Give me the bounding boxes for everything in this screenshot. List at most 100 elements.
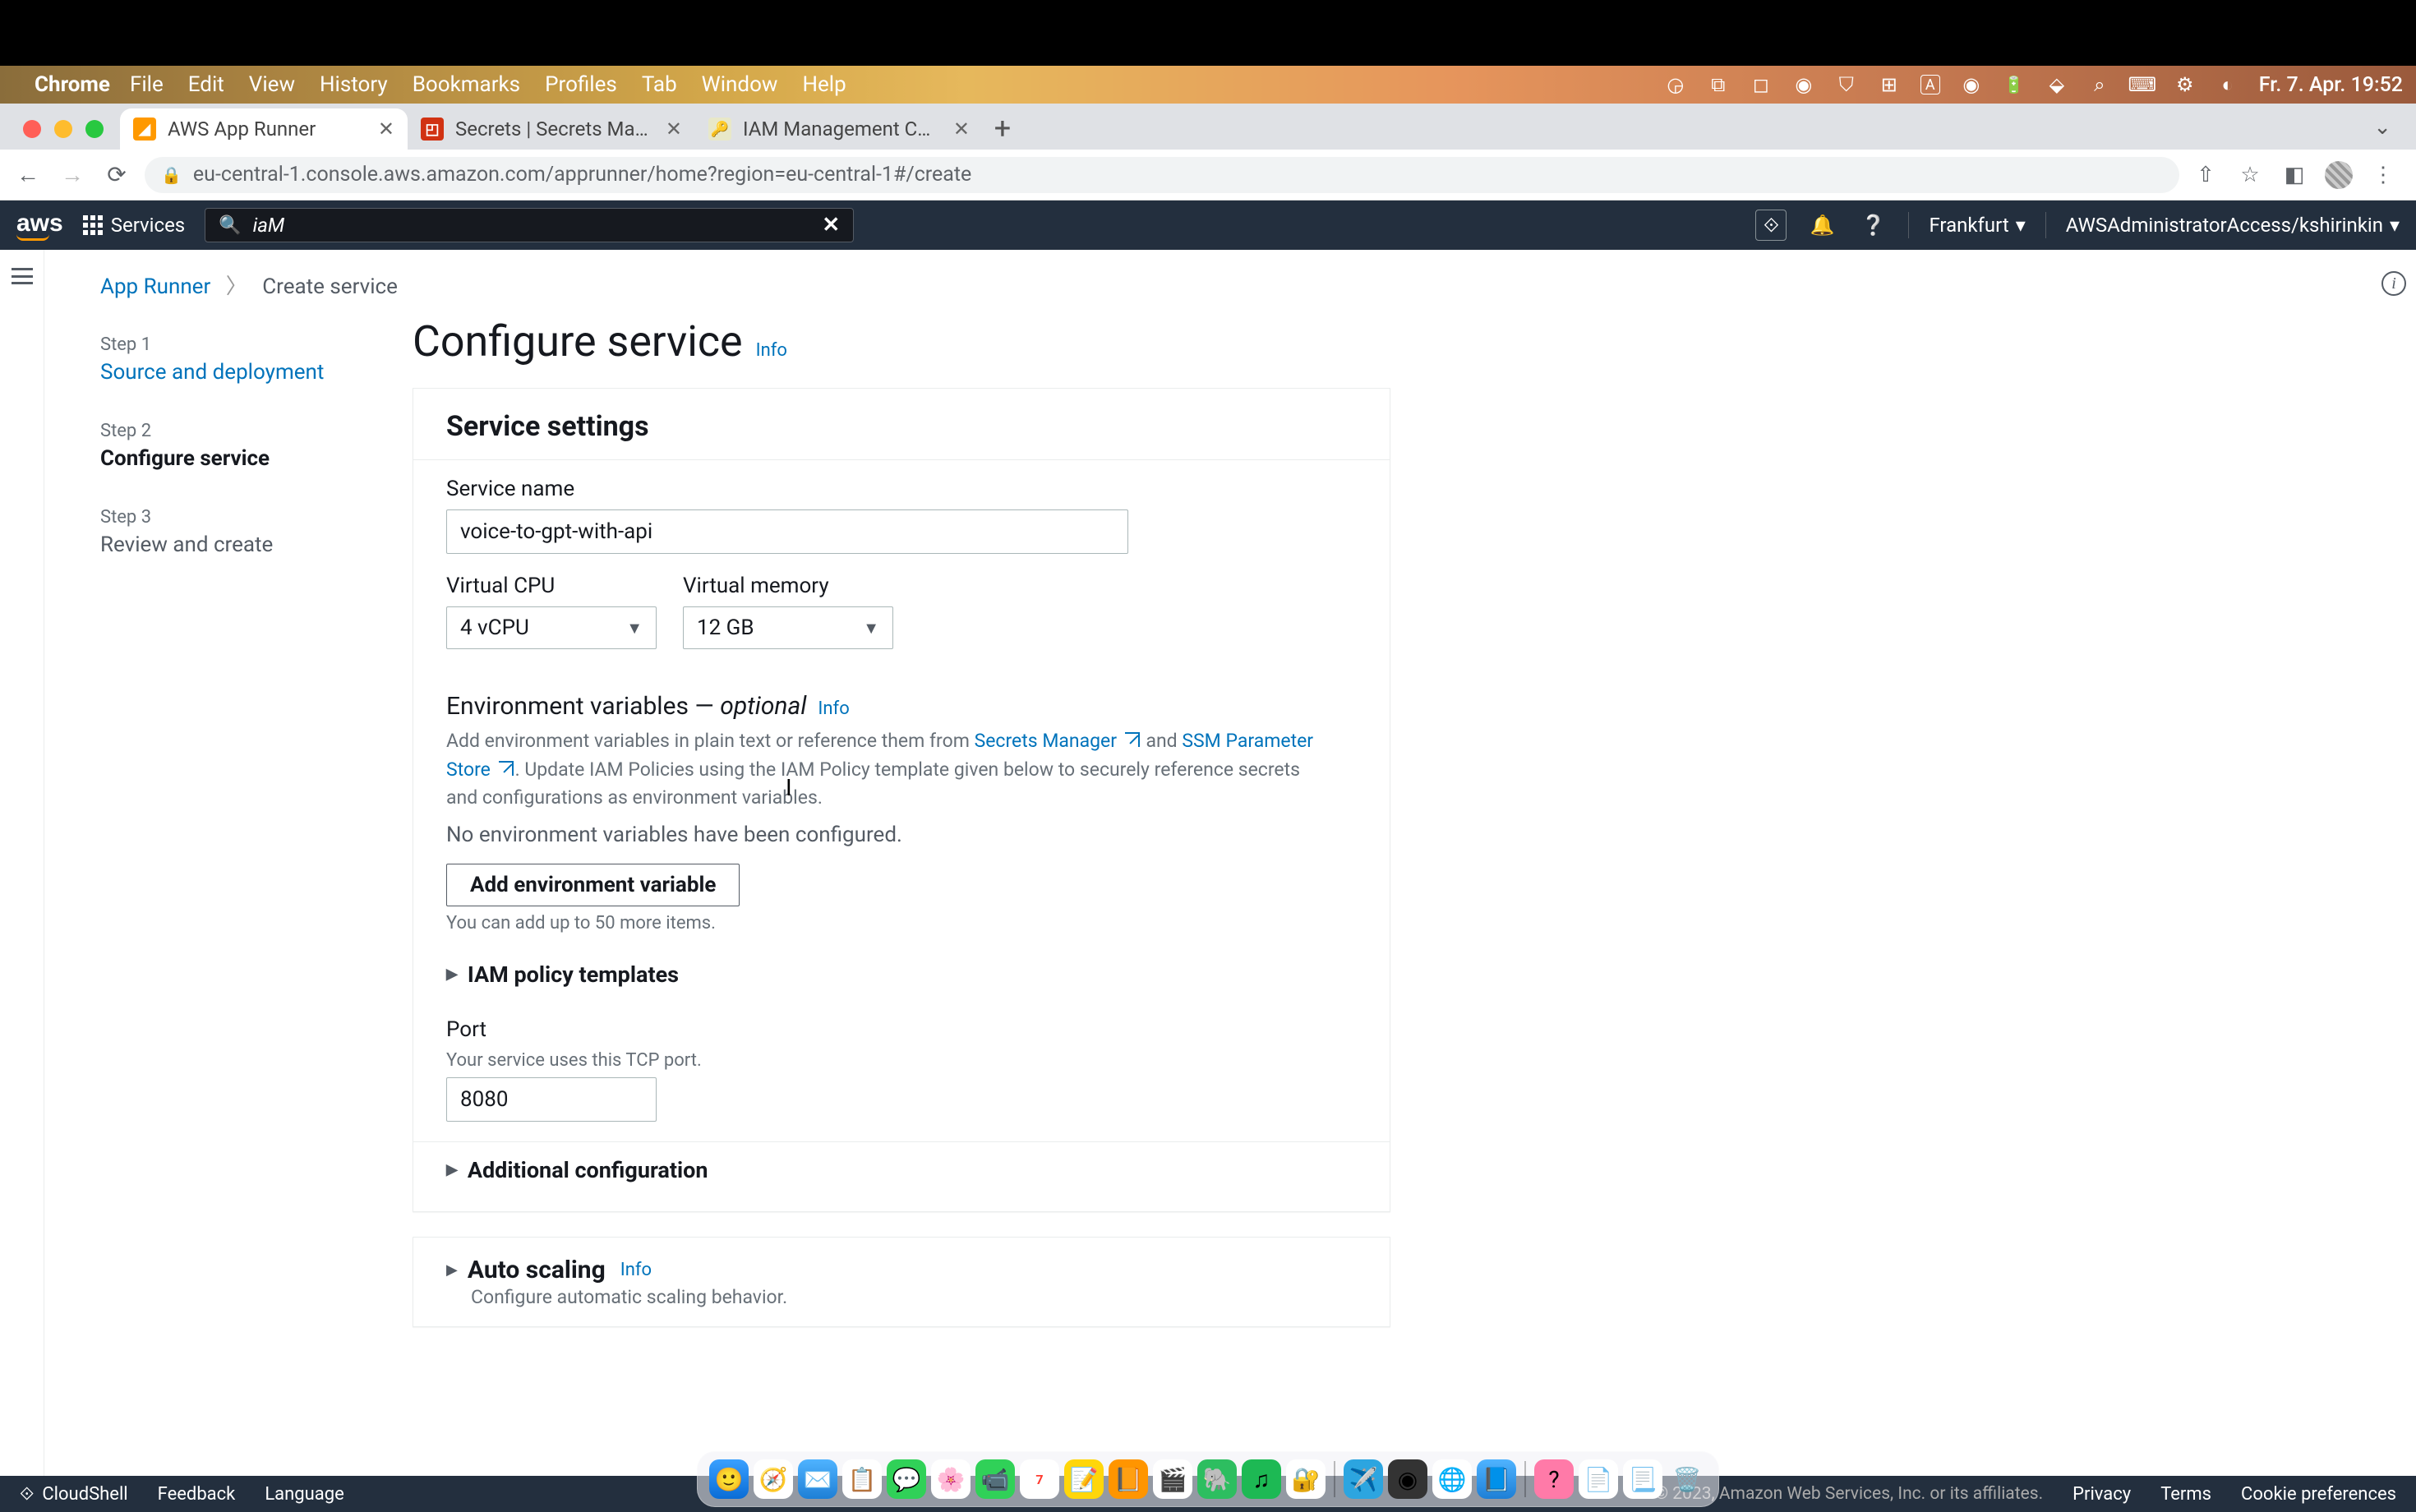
dock-1password-icon[interactable]: 🔐 [1286, 1459, 1326, 1499]
menu-help[interactable]: Help [802, 72, 846, 97]
tab-close-button[interactable]: ✕ [953, 118, 970, 141]
nav-forward-button[interactable]: → [56, 159, 89, 191]
window-maximize-button[interactable] [85, 120, 104, 138]
bookmark-button[interactable]: ☆ [2235, 160, 2265, 190]
menubar-app-icon[interactable]: ◻ [1750, 73, 1773, 96]
window-minimize-button[interactable] [54, 120, 72, 138]
dock-clapper-icon[interactable]: 🎬 [1153, 1459, 1192, 1499]
services-menu-button[interactable]: Services [83, 214, 185, 237]
auto-scaling-info-link[interactable]: Info [620, 1260, 652, 1280]
dock-trash-icon[interactable]: 🗑️ [1667, 1459, 1707, 1499]
menubar-wifi-icon[interactable]: ⬙ [2045, 73, 2068, 96]
chevron-down-icon: ▾ [2016, 214, 2026, 237]
menu-profiles[interactable]: Profiles [545, 72, 617, 97]
account-menu[interactable]: AWSAdministratorAccess/kshirinkin ▾ [2066, 214, 2400, 237]
share-button[interactable]: ⇧ [2191, 160, 2220, 190]
dock-telegram-icon[interactable]: ✈️ [1344, 1459, 1383, 1499]
dock-doc-icon[interactable]: 📃 [1623, 1459, 1662, 1499]
sidebar-toggle-button[interactable] [12, 268, 33, 284]
secrets-manager-link[interactable]: Secrets Manager [975, 730, 1141, 752]
aws-console-header: aws Services 🔍 ✕ ⟐ 🔔 ❔ Frankfurt ▾ AWSAd… [0, 201, 2416, 250]
menubar-search-icon[interactable]: ⌕ [2088, 73, 2111, 96]
macos-dock-area: 🙂 🧭 ✉️ 📋 💬 🌸 📹 7 📝 📙 🎬 🐘 ♫ 🔐 ✈️ ◉ 🌐 📘 ? … [0, 1446, 2416, 1512]
nav-reload-button[interactable]: ⟳ [100, 159, 133, 191]
chrome-menu-button[interactable]: ⋮ [2368, 160, 2398, 190]
address-bar[interactable]: 🔒 eu-central-1.console.aws.amazon.com/ap… [145, 157, 2179, 193]
dock-obs-icon[interactable]: ◉ [1388, 1459, 1427, 1499]
aws-search-box[interactable]: 🔍 ✕ [205, 208, 854, 242]
menubar-dropbox-icon[interactable]: ⧉ [1707, 73, 1730, 96]
add-env-variable-button[interactable]: Add environment variable [446, 864, 740, 906]
dock-spotify-icon[interactable]: ♫ [1242, 1459, 1281, 1499]
menubar-datetime[interactable]: Fr. 7. Apr. 19:52 [2259, 73, 2403, 97]
dock-evernote-icon[interactable]: 🐘 [1197, 1459, 1237, 1499]
menu-bookmarks[interactable]: Bookmarks [413, 72, 520, 97]
dock-textedit-icon[interactable]: 📄 [1579, 1459, 1618, 1499]
heading-info-link[interactable]: Info [756, 340, 787, 361]
nav-back-button[interactable]: ← [12, 159, 44, 191]
profile-avatar[interactable] [2324, 160, 2354, 190]
menubar-siri-icon[interactable]: ◐ [2216, 73, 2239, 96]
menubar-app-name[interactable]: Chrome [35, 72, 110, 97]
menu-view[interactable]: View [249, 72, 295, 97]
menubar-battery-icon[interactable]: 🔋 [2003, 73, 2026, 96]
port-input[interactable] [446, 1077, 657, 1122]
aws-logo[interactable]: aws [16, 210, 63, 241]
menu-tab[interactable]: Tab [642, 72, 677, 97]
help-icon[interactable]: ❔ [1857, 210, 1888, 241]
dock-app-icon[interactable]: 📘 [1477, 1459, 1516, 1499]
dock-finder-icon[interactable]: 🙂 [709, 1459, 749, 1499]
dock-help-icon[interactable]: ? [1534, 1459, 1574, 1499]
tab-close-button[interactable]: ✕ [378, 118, 394, 141]
tab-close-button[interactable]: ✕ [666, 118, 682, 141]
service-name-label: Service name [446, 477, 1357, 501]
auto-scaling-expander[interactable]: ▶ Auto scaling Info [446, 1256, 1357, 1284]
vmem-select[interactable]: 12 GB ▼ [683, 606, 893, 649]
new-tab-button[interactable]: + [983, 108, 1022, 148]
breadcrumb-root-link[interactable]: App Runner [100, 274, 210, 299]
menubar-record-icon[interactable]: ◉ [1960, 73, 1983, 96]
dock-calendar-icon[interactable]: 7 [1020, 1459, 1059, 1499]
menubar-control-center-icon[interactable]: ⚙ [2174, 73, 2197, 96]
env-info-link[interactable]: Info [818, 698, 849, 719]
dock-chrome-icon[interactable]: 🌐 [1432, 1459, 1472, 1499]
dock-books-icon[interactable]: 📙 [1109, 1459, 1148, 1499]
step-title: Review and create [100, 532, 355, 557]
vcpu-select[interactable]: 4 vCPU ▼ [446, 606, 657, 649]
iam-policy-templates-expander[interactable]: ▶ IAM policy templates [446, 947, 1357, 1003]
window-close-button[interactable] [23, 120, 41, 138]
wizard-step-2[interactable]: Step 2 Configure service [100, 421, 355, 471]
aws-search-input[interactable] [253, 214, 811, 237]
browser-tab-3[interactable]: 🔑 IAM Management Console ✕ [695, 108, 983, 150]
menubar-loom-icon[interactable]: ◶ [1664, 73, 1687, 96]
menu-edit[interactable]: Edit [188, 72, 224, 97]
menubar-a-icon[interactable]: A [1920, 75, 1940, 94]
env-vars-heading: Environment variables — optional Info [446, 692, 1357, 721]
dock-facetime-icon[interactable]: 📹 [975, 1459, 1015, 1499]
menu-history[interactable]: History [320, 72, 388, 97]
wizard-step-1[interactable]: Step 1 Source and deployment [100, 334, 355, 385]
cloudshell-icon[interactable]: ⟐ [1755, 210, 1787, 241]
browser-tab-2[interactable]: ◰ Secrets | Secrets Manager ✕ [408, 108, 695, 150]
menubar-app2-icon[interactable]: ⊞ [1878, 73, 1901, 96]
dock-notes-icon[interactable]: 📝 [1064, 1459, 1104, 1499]
region-selector[interactable]: Frankfurt ▾ [1929, 214, 2025, 237]
dock-mail-icon[interactable]: ✉️ [798, 1459, 837, 1499]
sidepanel-button[interactable]: ◧ [2280, 160, 2309, 190]
dock-safari-icon[interactable]: 🧭 [754, 1459, 793, 1499]
help-panel-toggle[interactable]: i [2381, 271, 2406, 296]
tab-list-dropdown[interactable]: ⌄ [2373, 115, 2416, 150]
service-name-input[interactable] [446, 509, 1128, 554]
notifications-icon[interactable]: 🔔 [1806, 210, 1837, 241]
dock-reminders-icon[interactable]: 📋 [842, 1459, 882, 1499]
menu-file[interactable]: File [130, 72, 164, 97]
menubar-shield-icon[interactable]: ⛉ [1835, 73, 1858, 96]
dock-messages-icon[interactable]: 💬 [887, 1459, 926, 1499]
search-clear-button[interactable]: ✕ [822, 213, 840, 237]
browser-tab-1[interactable]: ◢ AWS App Runner ✕ [120, 108, 408, 150]
dock-photos-icon[interactable]: 🌸 [931, 1459, 971, 1499]
menu-window[interactable]: Window [702, 72, 778, 97]
menubar-keyboard-icon[interactable]: ⌨ [2131, 73, 2154, 96]
additional-config-expander[interactable]: ▶ Additional configuration [446, 1142, 1357, 1187]
menubar-camera-icon[interactable]: ◉ [1792, 73, 1815, 96]
